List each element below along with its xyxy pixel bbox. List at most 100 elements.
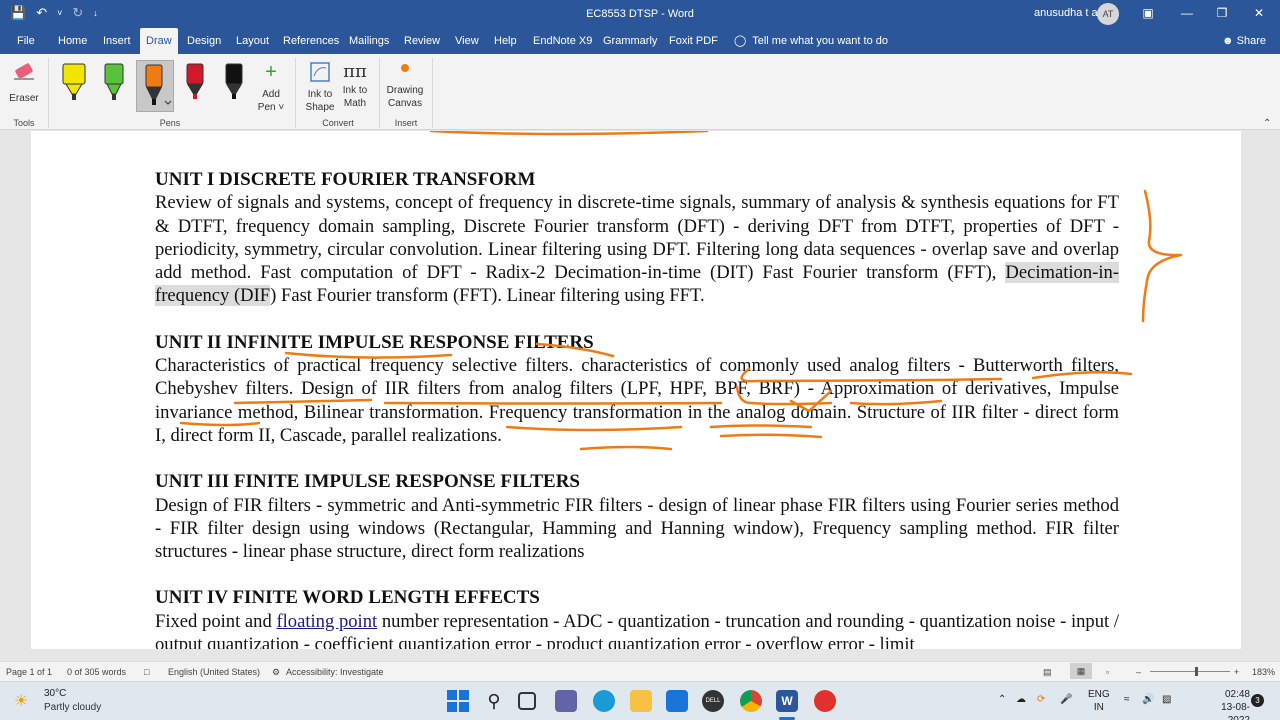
microphone-icon[interactable]: 🎤 [1060,693,1072,706]
dell-icon[interactable]: DELL [702,690,724,712]
search-icon[interactable]: ⚲ [483,690,505,712]
tab-insert[interactable]: Insert [99,28,135,54]
add-pen-button[interactable]: + Add Pen ˅ [254,62,288,114]
tab-draw[interactable]: Draw [140,28,178,54]
print-layout-icon[interactable]: ▦ [1070,663,1092,679]
battery-icon[interactable]: ▧ [1162,693,1171,706]
group-label-tools: Tools [13,118,35,128]
language-indicator[interactable]: ENG IN [1088,688,1110,714]
ribbon-tabs: File Home Insert Draw Design Layout Refe… [0,28,1280,54]
tab-foxit-pdf[interactable]: Foxit PDF [665,28,722,54]
user-name[interactable]: anusudha t a [1034,7,1098,19]
ink-to-math-button[interactable]: ππ Ink to Math [338,60,372,110]
tab-home[interactable]: Home [54,28,91,54]
proofing-icon[interactable]: □ [144,667,149,677]
pen-icon [145,64,172,105]
language-label[interactable]: English (United States) [168,667,260,677]
pen-yellow[interactable] [59,60,89,104]
unit-3-paragraph: Design of FIR filters - symmetric and An… [155,494,1119,563]
drawing-canvas-label-1: Drawing [386,85,424,96]
file-explorer-icon[interactable] [630,690,652,712]
minimize-icon[interactable]: — [1180,6,1194,20]
group-separator [48,58,49,128]
tab-endnote[interactable]: EndNote X9 [529,28,596,54]
pen-red[interactable] [180,60,210,104]
zoom-level[interactable]: 183% [1252,667,1275,677]
read-mode-icon[interactable]: ▤ [1043,667,1052,678]
weather-condition[interactable]: Partly cloudy [44,702,101,713]
ink-stroke-top [429,131,709,136]
pen-black[interactable] [219,60,249,104]
share-label: Share [1236,35,1266,47]
tell-me-search[interactable]: ◯ Tell me what you want to do [734,28,888,54]
tab-help[interactable]: Help [490,28,521,54]
ink-to-shape-button[interactable]: Ink to Shape [302,60,338,114]
pen-orange-selected[interactable] [136,60,174,112]
weather-temperature[interactable]: 30°C [44,688,66,699]
ribbon-display-options-icon[interactable]: ▣ [1141,6,1155,20]
page-count[interactable]: Page 1 of 1 [6,667,52,677]
tab-layout[interactable]: Layout [232,28,273,54]
edge-icon[interactable] [593,690,615,712]
restore-icon[interactable]: ❐ [1215,6,1229,20]
onedrive-icon[interactable]: ☁ [1016,693,1026,706]
tell-me-label: Tell me what you want to do [752,35,888,47]
word-icon[interactable]: W [776,690,798,712]
lightbulb-icon: ◯ [734,35,747,47]
weather-icon[interactable]: ☀ [14,691,28,711]
unit-4-heading: UNIT IV FINITE WORD LENGTH EFFECTS [155,587,540,609]
accessibility-status[interactable]: Accessibility: Investigate [286,667,384,677]
pen-green[interactable] [99,60,129,104]
clock[interactable]: 02:48 13-08-2022 [1200,688,1250,720]
person-icon: ☻ [1222,35,1234,47]
pen-icon [186,63,204,99]
document-area: UNIT I DISCRETE FOURIER TRANSFORM Review… [0,131,1280,649]
chrome-icon[interactable] [740,690,762,712]
canvas-icon [401,64,409,72]
unit-1-heading: UNIT I DISCRETE FOURIER TRANSFORM [155,169,536,190]
tab-file[interactable]: File [13,28,39,54]
tab-design[interactable]: Design [183,28,225,54]
tab-review[interactable]: Review [400,28,444,54]
unit-2-paragraph: Characteristics of practical frequency s… [155,355,1119,446]
document-body[interactable]: UNIT I DISCRETE FOURIER TRANSFORM Review… [155,168,1119,649]
accessibility-icon[interactable]: ⚙ [272,667,280,678]
collapse-ribbon-icon[interactable]: ⌃ [1263,118,1271,129]
zoom-out-icon[interactable]: – [1136,667,1141,677]
task-view-icon[interactable] [518,692,536,710]
avatar[interactable]: AT [1097,3,1119,25]
drawing-canvas-button[interactable]: Drawing Canvas [384,64,426,110]
tab-view[interactable]: View [451,28,483,54]
wifi-icon[interactable]: ≈ [1124,693,1130,706]
zoom-slider-thumb[interactable] [1195,667,1198,676]
web-layout-icon[interactable]: ▫ [1106,667,1109,677]
start-icon[interactable] [447,690,469,712]
unit-3-section: UNIT III FINITE IMPULSE RESPONSE FILTERS… [155,470,1119,563]
eraser-label: Eraser [9,93,39,104]
unit-2-heading: UNIT II INFINITE IMPULSE RESPONSE FILTER… [155,331,594,353]
zoom-slider[interactable] [1150,671,1230,672]
group-separator [295,58,296,128]
eraser-button[interactable]: Eraser [6,60,42,105]
add-pen-label-1: Add [262,89,280,100]
tab-mailings[interactable]: Mailings [345,28,393,54]
word-count[interactable]: 0 of 305 words [67,667,126,677]
recorder-icon[interactable] [814,690,836,712]
unit-1-paragraph: Review of signals and systems, concept o… [155,192,1119,307]
teams-chat-icon[interactable] [555,690,577,712]
sync-icon[interactable]: ⟳ [1037,693,1045,706]
volume-icon[interactable]: 🔊 [1142,693,1154,706]
add-pen-label-2: Pen ˅ [257,102,285,113]
ink-brace [1141,189,1183,323]
zoom-in-icon[interactable]: + [1234,667,1239,677]
document-page[interactable]: UNIT I DISCRETE FOURIER TRANSFORM Review… [31,131,1241,649]
notification-badge[interactable]: 3 [1251,694,1264,707]
tab-references[interactable]: References [279,28,343,54]
mail-icon[interactable] [666,690,688,712]
tab-grammarly[interactable]: Grammarly [599,28,661,54]
taskbar: ☀ 30°C Partly cloudy ⚲ DELL W ⌃ ☁ ⟳ 🎤 EN… [0,681,1280,720]
status-bar: Page 1 of 1 0 of 305 words □ English (Un… [0,661,1280,681]
share-button[interactable]: ☻ Share [1222,28,1266,54]
show-hidden-icons[interactable]: ⌃ [998,693,1006,706]
close-icon[interactable]: ✕ [1252,6,1266,20]
